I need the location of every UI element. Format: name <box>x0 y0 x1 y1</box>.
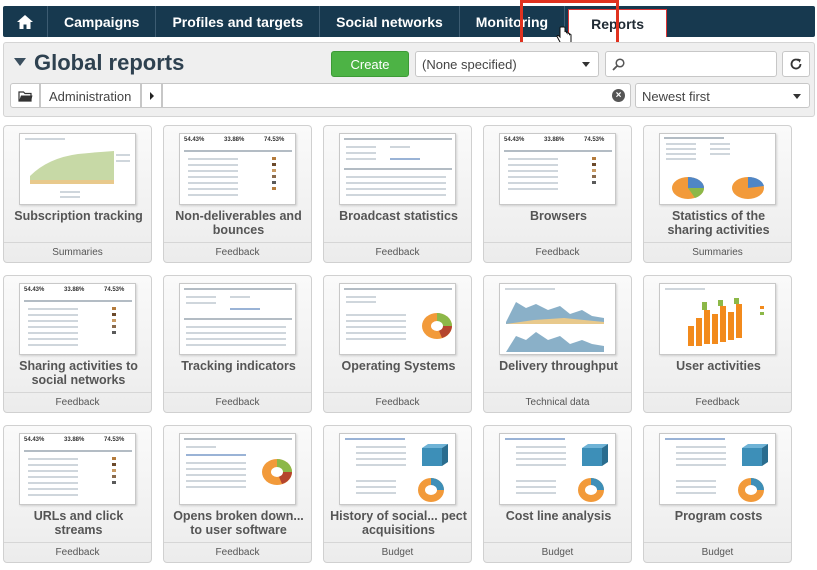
report-title: Cost line analysis <box>505 509 612 523</box>
filter-select-value: (None specified) <box>422 57 517 72</box>
title-row: Global reports Create (None specified) <box>4 49 814 77</box>
report-title: Tracking indicators <box>181 359 296 373</box>
report-card-broadcast-statistics[interactable]: Broadcast statistics Feedback <box>323 125 472 263</box>
page-title: Global reports <box>34 50 185 75</box>
clear-icon[interactable]: × <box>612 89 625 102</box>
reports-header-panel: Global reports Create (None specified) A… <box>3 42 815 117</box>
report-thumbnail <box>499 283 616 355</box>
report-thumbnail: 54.43% 33.88% 74.53% <box>499 133 616 205</box>
report-thumbnail <box>659 133 776 205</box>
report-thumbnail <box>659 433 776 505</box>
report-thumbnail: 54.43% 33.88% 74.53% <box>179 133 296 205</box>
search-input[interactable] <box>605 51 777 77</box>
report-thumbnail <box>19 133 136 205</box>
report-category: Feedback <box>484 242 631 262</box>
tab-monitoring[interactable]: Monitoring <box>460 6 566 37</box>
chevron-down-icon <box>793 94 801 99</box>
report-thumbnail <box>339 433 456 505</box>
report-card-user-activities[interactable]: User activities Feedback <box>643 275 792 413</box>
report-title: Subscription tracking <box>14 209 143 223</box>
refresh-button[interactable] <box>782 51 810 77</box>
report-category: Summaries <box>644 242 791 262</box>
report-category: Feedback <box>324 392 471 412</box>
report-title: Browsers <box>530 209 587 223</box>
report-card-operating-systems[interactable]: Operating Systems Feedback <box>323 275 472 413</box>
report-title: History of social... pect acquisitions <box>330 509 467 537</box>
tab-campaigns[interactable]: Campaigns <box>48 6 157 37</box>
report-title: Program costs <box>674 509 763 523</box>
report-card-program-costs[interactable]: Program costs Budget <box>643 425 792 563</box>
breadcrumb-arrow-button[interactable] <box>141 83 162 108</box>
folder-button[interactable] <box>10 83 40 108</box>
report-card-subscription-tracking[interactable]: Subscription tracking Summaries <box>3 125 152 263</box>
sort-select[interactable]: Newest first <box>635 83 810 108</box>
report-card-cost-line-analysis[interactable]: Cost line analysis Budget <box>483 425 632 563</box>
create-button[interactable]: Create <box>331 51 409 77</box>
report-category: Budget <box>644 542 791 562</box>
home-button[interactable] <box>3 6 48 37</box>
top-navigation: Campaigns Profiles and targets Social ne… <box>3 6 815 37</box>
chevron-right-icon <box>149 91 154 100</box>
report-card-opens-broken-down-to-user-software[interactable]: Opens broken down... to user software Fe… <box>163 425 312 563</box>
report-category: Feedback <box>644 392 791 412</box>
report-title: Statistics of the sharing activities <box>667 209 770 237</box>
report-category: Feedback <box>324 242 471 262</box>
report-category: Technical data <box>484 392 631 412</box>
breadcrumb[interactable]: Administration <box>40 83 141 108</box>
report-title: Sharing activities to social networks <box>19 359 138 387</box>
tab-profiles-and-targets[interactable]: Profiles and targets <box>156 6 321 37</box>
report-card-delivery-throughput[interactable]: Delivery throughput Technical data <box>483 275 632 413</box>
report-thumbnail: 54.43% 33.88% 74.53% <box>19 433 136 505</box>
report-title: Delivery throughput <box>499 359 618 373</box>
report-title: User activities <box>676 359 761 373</box>
report-category: Feedback <box>164 392 311 412</box>
report-card-non-deliverables-and-bounces[interactable]: 54.43% 33.88% 74.53% Non-deliverables an… <box>163 125 312 263</box>
report-card-statistics-of-the-sharing-activities[interactable]: Statistics of the sharing activities Sum… <box>643 125 792 263</box>
report-thumbnail <box>659 283 776 355</box>
report-thumbnail <box>179 433 296 505</box>
sort-select-value: Newest first <box>642 89 710 104</box>
report-category: Budget <box>324 542 471 562</box>
report-card-tracking-indicators[interactable]: Tracking indicators Feedback <box>163 275 312 413</box>
report-thumbnail <box>339 133 456 205</box>
refresh-icon <box>790 58 802 70</box>
tab-social-networks[interactable]: Social networks <box>320 6 460 37</box>
report-title: Broadcast statistics <box>339 209 458 223</box>
tab-reports[interactable]: Reports <box>568 9 667 37</box>
report-thumbnail <box>339 283 456 355</box>
report-category: Summaries <box>4 242 151 262</box>
report-category: Feedback <box>4 392 151 412</box>
report-title: Non-deliverables and bounces <box>175 209 302 237</box>
chevron-down-icon <box>582 62 590 67</box>
report-card-sharing-activities-to-social-networks[interactable]: 54.43% 33.88% 74.53% Sharing activities … <box>3 275 152 413</box>
report-thumbnail: 54.43% 33.88% 74.53% <box>19 283 136 355</box>
report-thumbnail <box>499 433 616 505</box>
collapse-triangle-icon[interactable] <box>14 58 26 66</box>
report-card-history-of-social-prospect-acquisitions[interactable]: History of social... pect acquisitions B… <box>323 425 472 563</box>
report-card-browsers[interactable]: 54.43% 33.88% 74.53% Browsers Feedback <box>483 125 632 263</box>
path-input[interactable]: × <box>162 83 631 108</box>
home-icon <box>17 14 33 29</box>
report-title: Operating Systems <box>341 359 456 373</box>
search-icon <box>612 58 625 71</box>
report-category: Feedback <box>164 542 311 562</box>
report-title: URLs and click streams <box>33 509 124 537</box>
report-category: Feedback <box>164 242 311 262</box>
report-card-urls-and-click-streams[interactable]: 54.43% 33.88% 74.53% URLs and click stre… <box>3 425 152 563</box>
report-category: Budget <box>484 542 631 562</box>
filter-select[interactable]: (None specified) <box>415 51 599 77</box>
report-category: Feedback <box>4 542 151 562</box>
report-thumbnail <box>179 283 296 355</box>
report-title: Opens broken down... to user software <box>173 509 304 537</box>
folder-icon <box>17 90 32 102</box>
